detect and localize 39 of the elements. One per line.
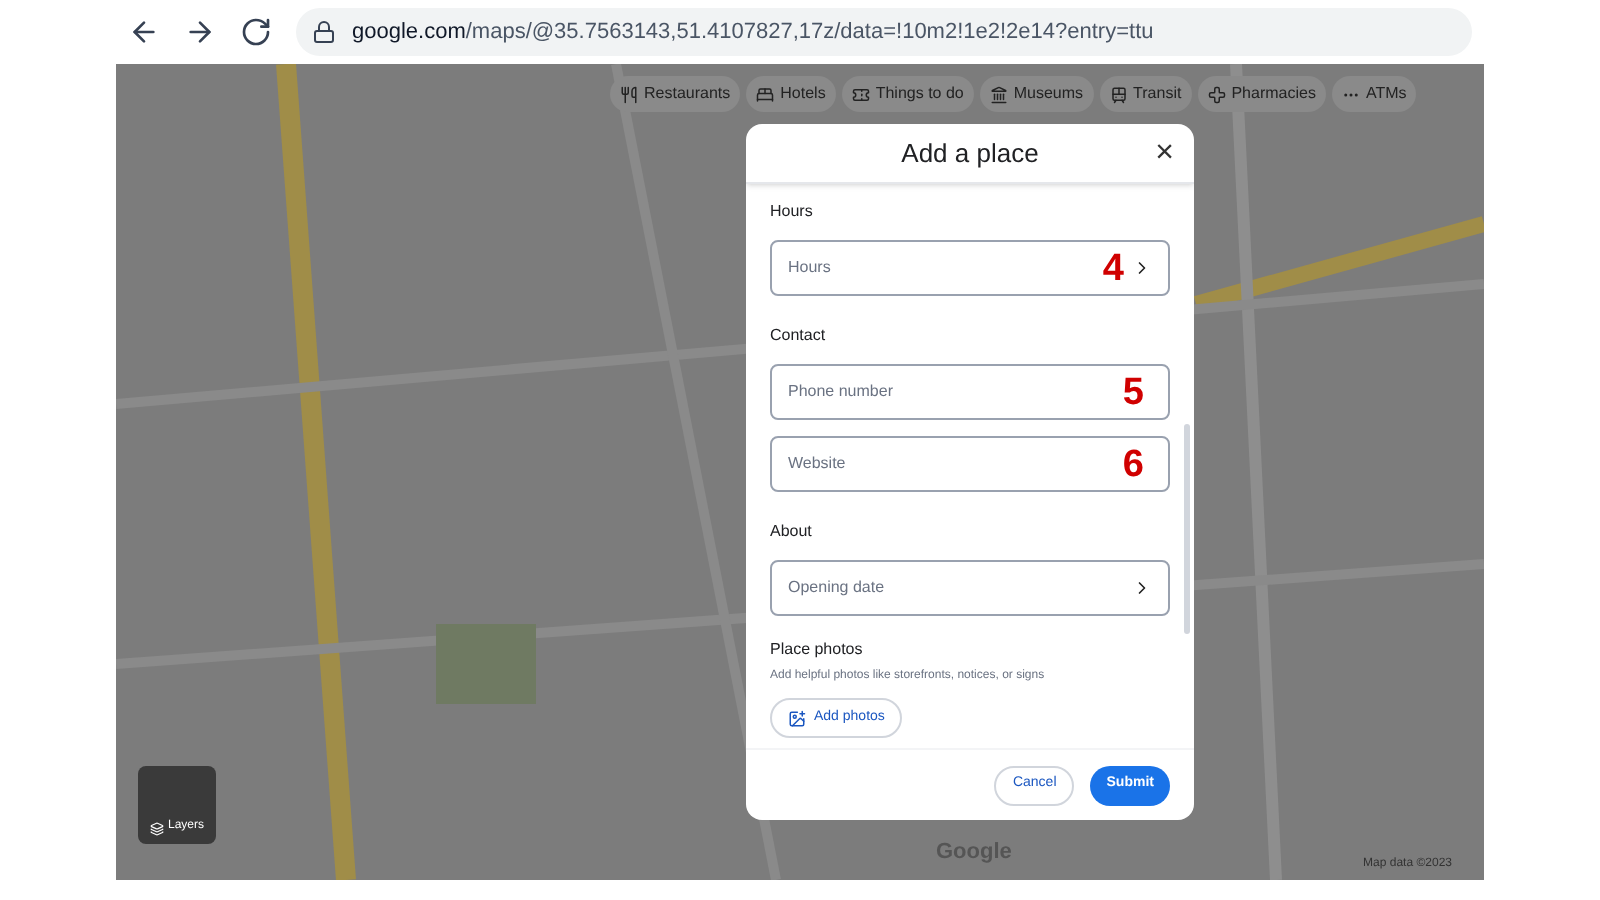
- close-button[interactable]: ×: [1155, 137, 1174, 169]
- scrollbar[interactable]: [1184, 424, 1190, 634]
- layers-icon: [149, 822, 164, 836]
- reload-icon[interactable]: [240, 16, 272, 48]
- category-chip[interactable]: Museums: [979, 76, 1094, 112]
- category-chip[interactable]: ATMs: [1331, 76, 1417, 112]
- bed-icon: [756, 85, 775, 103]
- back-icon[interactable]: [128, 16, 160, 48]
- dialog-title: Add a place: [901, 135, 1039, 172]
- category-chip[interactable]: Hotels: [746, 76, 836, 112]
- section-heading: Hours: [770, 200, 815, 224]
- tram-icon: [1109, 85, 1128, 103]
- select-field[interactable]: Opening date: [770, 560, 1170, 616]
- category-chip[interactable]: Restaurants: [610, 76, 741, 112]
- field-placeholder: Hours: [788, 256, 833, 280]
- annotation-number: 5: [1122, 373, 1144, 411]
- lock-icon: [312, 20, 336, 44]
- category-chip[interactable]: Transit: [1099, 76, 1192, 112]
- annotation-number: 4: [1102, 249, 1124, 287]
- category-chip[interactable]: Pharmacies: [1197, 76, 1326, 112]
- fork-knife-icon: [620, 85, 638, 103]
- select-field[interactable]: Hours 4: [770, 240, 1170, 296]
- add-photo-icon: [788, 709, 806, 727]
- field-placeholder: Website: [788, 452, 848, 476]
- field-placeholder: Phone number: [788, 380, 895, 404]
- input-field[interactable]: Website 6: [770, 436, 1170, 492]
- input-field[interactable]: Phone number 5: [770, 364, 1170, 420]
- forward-icon[interactable]: [184, 16, 216, 48]
- building-icon: [989, 85, 1008, 103]
- section-heading: Place photos: [770, 638, 865, 662]
- ticket-icon: [851, 85, 870, 103]
- address-bar[interactable]: google.com/maps/@35.7563143,51.4107827,17z/data=!10m2!1e2!2e14?entry=ttu: [296, 8, 1472, 56]
- field-placeholder: Opening date: [788, 576, 887, 600]
- cross-icon: [1207, 85, 1226, 103]
- annotation-number: 6: [1122, 445, 1144, 483]
- url-text: google.com/maps/@35.7563143,51.4107827,17z/data=!10m2!1e2!2e14?entry=ttu: [352, 17, 1154, 48]
- section-heading: About: [770, 520, 814, 544]
- section-heading: Contact: [770, 324, 828, 348]
- category-chip[interactable]: Things to do: [841, 76, 974, 112]
